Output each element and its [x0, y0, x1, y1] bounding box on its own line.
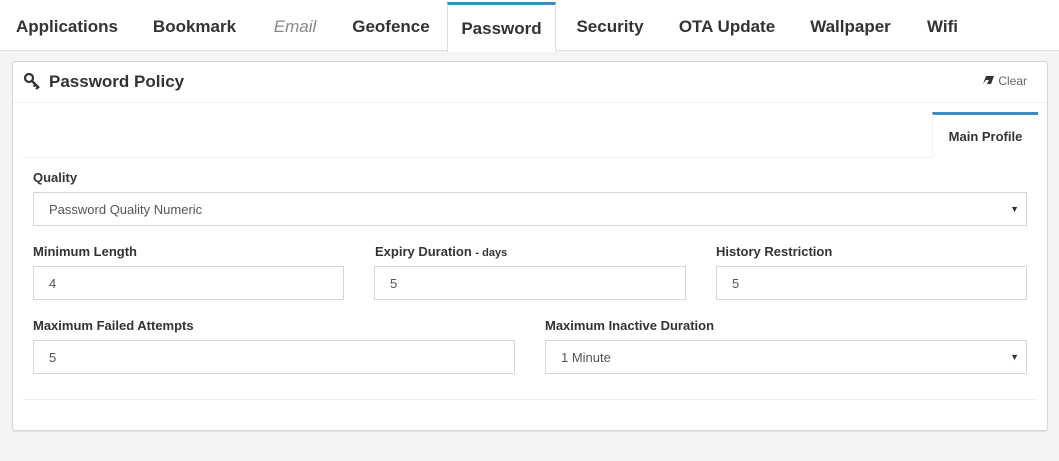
- clear-button[interactable]: Clear: [982, 74, 1027, 88]
- quality-select[interactable]: Password Quality Numeric ▼: [33, 192, 1027, 226]
- expiry-input[interactable]: 5: [374, 266, 686, 300]
- expiry-label-text: Expiry Duration: [375, 244, 472, 259]
- history-input[interactable]: 5: [716, 266, 1027, 300]
- tab-bar: Applications Bookmark Email Geofence Pas…: [0, 0, 1059, 52]
- panel-header: Password Policy Clear: [13, 62, 1047, 103]
- quality-value: Password Quality Numeric: [49, 201, 203, 217]
- expiry-label: Expiry Duration - days: [375, 244, 507, 259]
- panel-title: Password Policy: [49, 72, 185, 91]
- tab-email[interactable]: Email: [255, 2, 335, 51]
- tab-main-profile[interactable]: Main Profile: [932, 112, 1038, 158]
- chevron-down-icon: ▼: [1010, 204, 1019, 214]
- expiry-value: 5: [390, 275, 398, 291]
- quality-label: Quality: [33, 170, 78, 185]
- max-failed-input[interactable]: 5: [33, 340, 515, 374]
- tab-applications[interactable]: Applications: [0, 2, 134, 51]
- eraser-icon: [982, 74, 995, 88]
- tab-ota-update[interactable]: OTA Update: [662, 2, 792, 51]
- min-length-label: Minimum Length: [33, 244, 137, 259]
- max-failed-label: Maximum Failed Attempts: [33, 318, 194, 333]
- max-inactive-value: 1 Minute: [561, 349, 611, 365]
- tab-security[interactable]: Security: [558, 2, 662, 51]
- tab-bookmark[interactable]: Bookmark: [134, 2, 255, 51]
- min-length-input[interactable]: 4: [33, 266, 344, 300]
- chevron-down-icon: ▼: [1010, 352, 1019, 362]
- max-inactive-label: Maximum Inactive Duration: [545, 318, 715, 333]
- tab-geofence[interactable]: Geofence: [335, 2, 447, 51]
- max-failed-value: 5: [49, 349, 57, 365]
- history-label: History Restriction: [716, 244, 833, 259]
- profile-tabs: Main Profile: [23, 112, 1038, 158]
- tab-password[interactable]: Password: [447, 2, 556, 52]
- clear-label: Clear: [998, 74, 1027, 88]
- password-policy-panel: Password Policy Clear Main Profile Quali…: [12, 61, 1048, 431]
- min-length-value: 4: [49, 275, 57, 291]
- history-value: 5: [732, 275, 740, 291]
- key-icon: [23, 72, 41, 90]
- max-inactive-select[interactable]: 1 Minute ▼: [545, 340, 1027, 374]
- tab-wallpaper[interactable]: Wallpaper: [792, 2, 909, 51]
- tab-wifi[interactable]: Wifi: [909, 2, 976, 51]
- divider: [23, 399, 1038, 400]
- expiry-unit: - days: [475, 247, 508, 259]
